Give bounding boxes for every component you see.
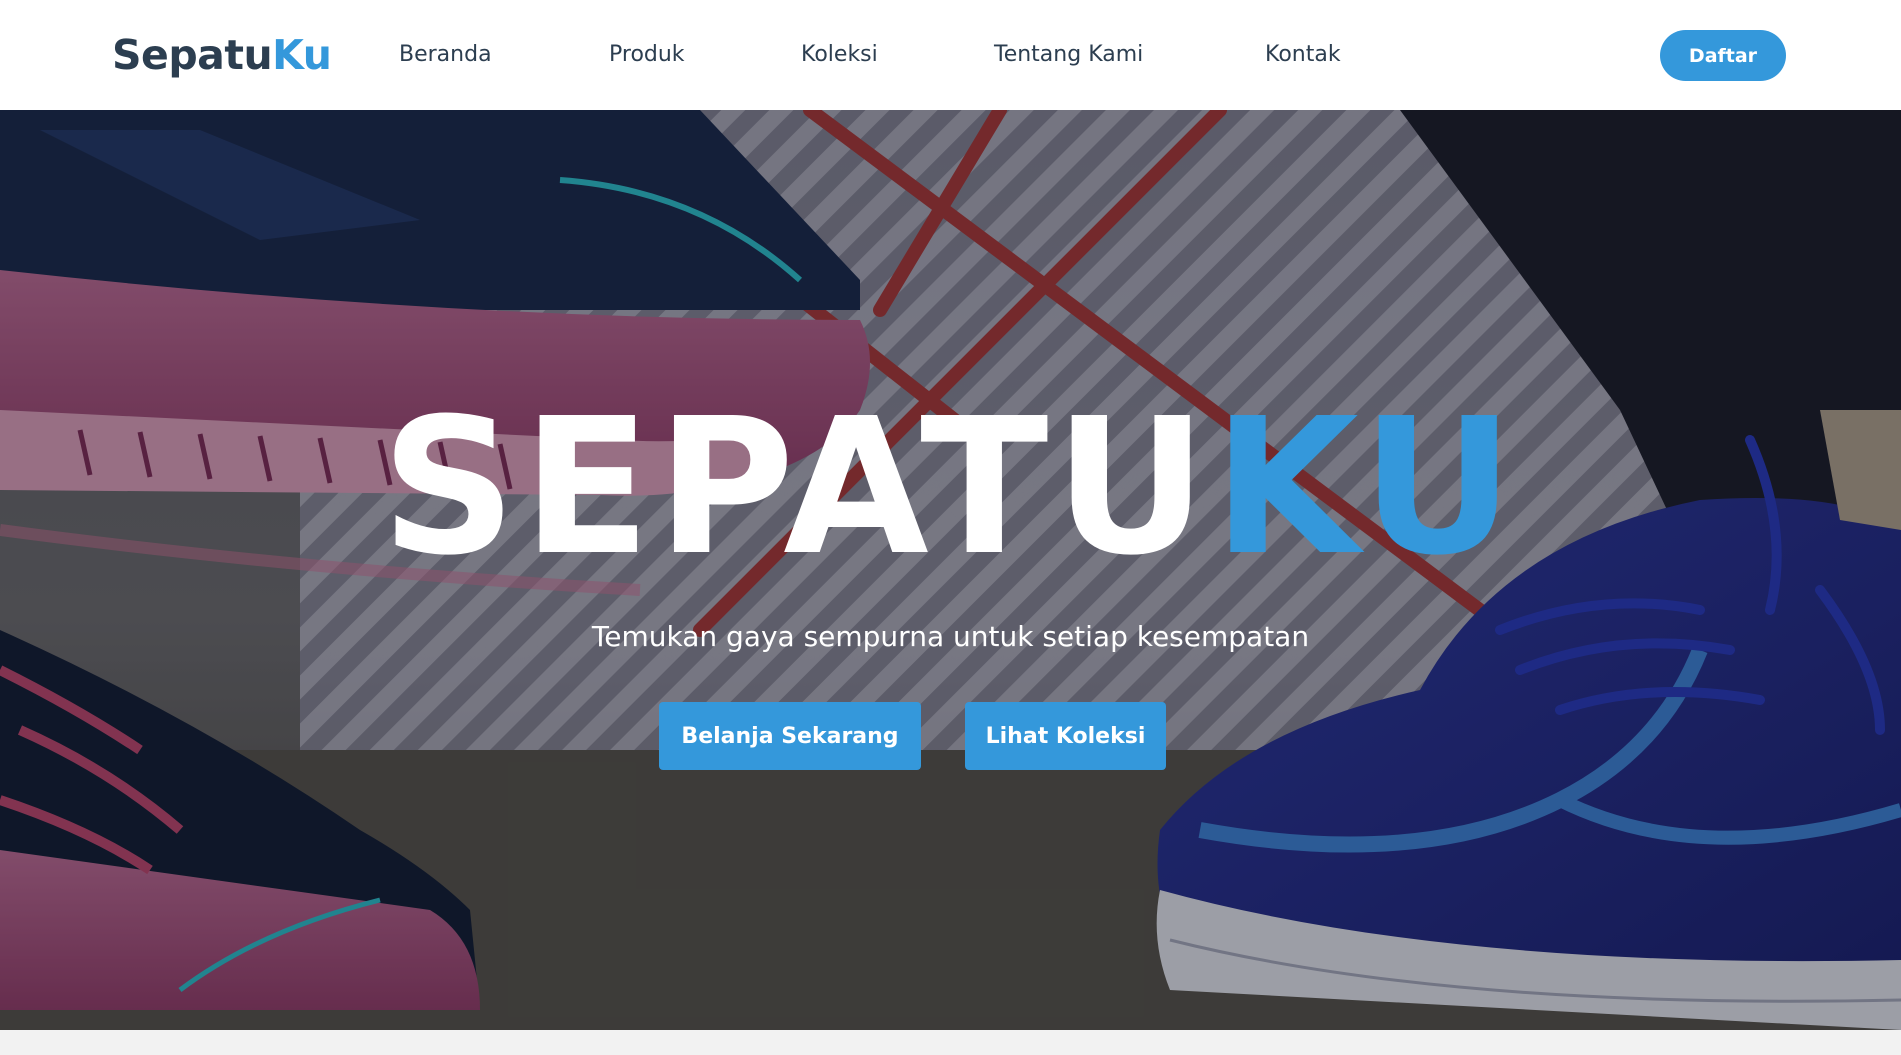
nav-link-koleksi[interactable]: Koleksi: [801, 40, 878, 70]
nav-link-kontak[interactable]: Kontak: [1265, 40, 1341, 70]
view-collection-button[interactable]: Lihat Koleksi: [965, 702, 1166, 770]
hero-title: SEPATUKU: [0, 388, 1901, 588]
top-navbar: SepatuKu Beranda Produk Koleksi Tentang …: [0, 0, 1901, 110]
nav-link-beranda[interactable]: Beranda: [399, 40, 492, 70]
brand-name-part1: Sepatu: [112, 31, 273, 79]
hero-section: SEPATUKU Temukan gaya sempurna untuk set…: [0, 110, 1901, 1030]
nav-link-tentang-kami[interactable]: Tentang Kami: [994, 40, 1143, 70]
hero-title-part1: SEPATU: [380, 378, 1214, 597]
brand-name-part2: Ku: [272, 31, 332, 79]
signup-button[interactable]: Daftar: [1660, 30, 1786, 81]
brand-logo[interactable]: SepatuKu: [112, 30, 332, 80]
hero-subtitle: Temukan gaya sempurna untuk setiap kesem…: [591, 620, 1310, 653]
section-divider: [0, 1030, 1901, 1055]
hero-title-part2: KU: [1213, 378, 1521, 597]
shop-now-button[interactable]: Belanja Sekarang: [659, 702, 921, 770]
nav-link-produk[interactable]: Produk: [609, 40, 685, 70]
